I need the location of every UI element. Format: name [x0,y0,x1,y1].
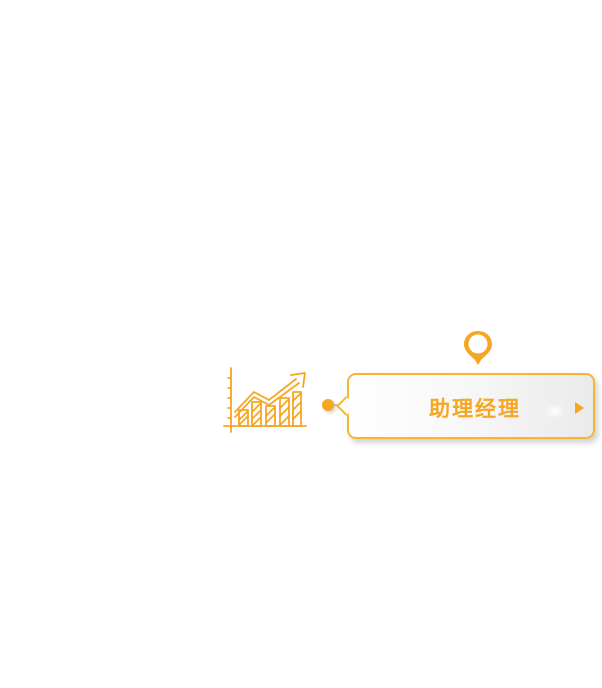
highlight-glow [545,403,565,419]
role-title: 助理经理 [429,397,521,421]
play-arrow-icon[interactable] [575,402,584,414]
role-node-card[interactable]: 助理经理 [347,373,595,439]
growth-chart-icon [223,367,307,433]
location-pin-icon [464,331,492,365]
connector-dot [322,399,334,411]
